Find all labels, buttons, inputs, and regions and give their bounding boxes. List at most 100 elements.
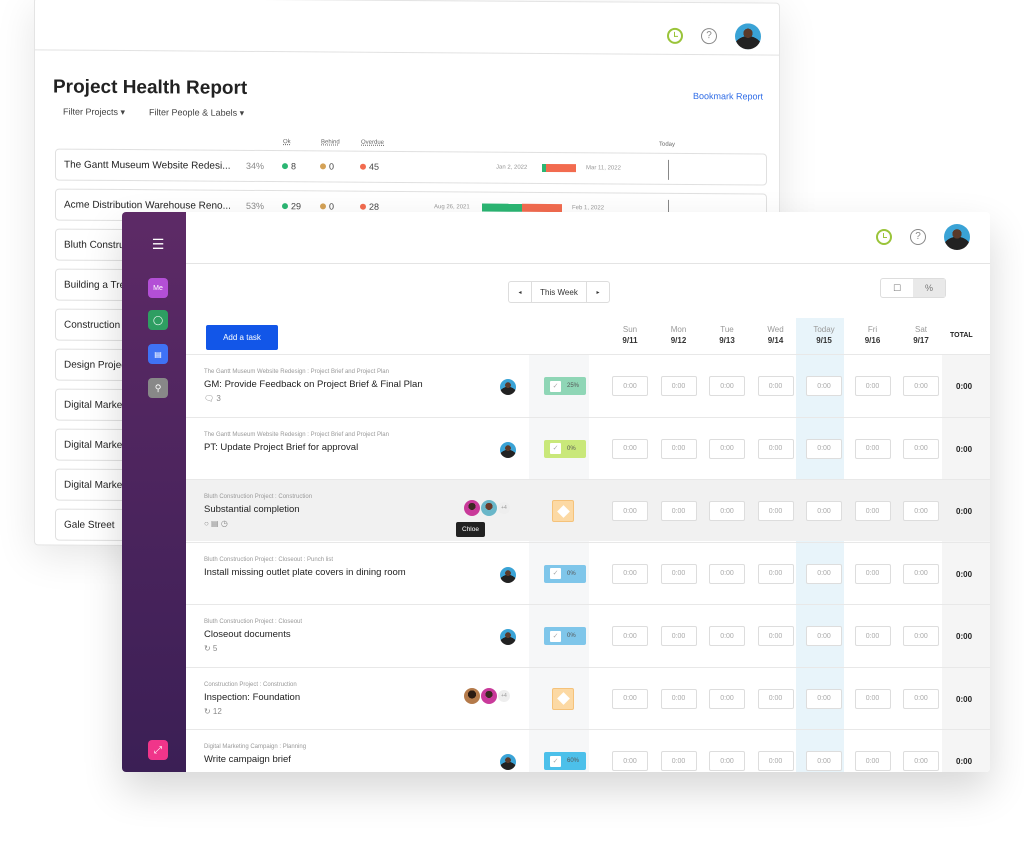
assignees[interactable]: +4 [464, 687, 510, 704]
task-breadcrumb[interactable]: The Gantt Museum Website Redesign : Proj… [204, 432, 389, 438]
time-entry-input[interactable]: 0:00 [709, 688, 745, 709]
milestone-icon[interactable] [552, 687, 574, 710]
time-entry-input[interactable]: 0:00 [903, 563, 939, 584]
time-entry-input[interactable]: 0:00 [757, 438, 794, 459]
task-name[interactable]: PT: Update Project Brief for approval [204, 442, 358, 453]
search-icon[interactable]: ⚲ [148, 378, 168, 398]
collapse-icon[interactable]: ⤢ [148, 740, 168, 760]
help-icon[interactable]: ? [910, 229, 926, 245]
assignee-avatar[interactable] [464, 500, 480, 516]
task-name[interactable]: GM: Provide Feedback on Project Brief & … [204, 379, 423, 390]
progress-pill[interactable]: ✓ 25% [544, 377, 586, 395]
time-entry-input[interactable]: 0:00 [903, 688, 939, 709]
assignee-avatar[interactable] [500, 441, 516, 458]
col-overdue[interactable]: Overdue [361, 140, 384, 146]
task-row[interactable]: Bluth Construction Project : Constructio… [186, 479, 990, 541]
time-entry-input[interactable]: 0:00 [757, 501, 794, 521]
time-entry-input[interactable]: 0:00 [757, 688, 794, 709]
time-entry-input[interactable]: 0:00 [903, 376, 939, 396]
progress-pill[interactable]: ✓ 60% [544, 752, 586, 770]
time-entry-input[interactable]: 0:00 [854, 751, 891, 771]
time-entry-input[interactable]: 0:00 [757, 563, 794, 584]
time-entry-input[interactable]: 0:00 [660, 563, 697, 584]
time-entry-input[interactable]: 0:00 [757, 626, 794, 646]
filter-projects-dropdown[interactable]: Filter Projects [63, 107, 125, 118]
task-row[interactable]: The Gantt Museum Website Redesign : Proj… [186, 416, 990, 479]
assignee-avatar[interactable] [500, 566, 516, 583]
time-entry-input[interactable]: 0:00 [660, 438, 697, 459]
time-entry-input[interactable]: 0:00 [903, 438, 939, 459]
task-breadcrumb[interactable]: Construction Project : Construction [204, 682, 297, 688]
check-icon[interactable]: ✓ [550, 380, 561, 392]
progress-pill[interactable]: ✓ 0% [544, 439, 586, 458]
time-entry-input[interactable]: 0:00 [612, 751, 648, 771]
time-entry-input[interactable]: 0:00 [806, 751, 842, 771]
time-entry-input[interactable]: 0:00 [612, 501, 648, 521]
next-week-button[interactable]: ▸ [587, 282, 609, 302]
time-entry-input[interactable]: 0:00 [854, 563, 891, 584]
task-row[interactable]: Bluth Construction Project : Closeout : … [186, 541, 990, 604]
time-entry-input[interactable]: 0:00 [854, 626, 891, 646]
col-ok[interactable]: Ok [283, 139, 291, 145]
time-entry-input[interactable]: 0:00 [757, 376, 794, 396]
time-entry-input[interactable]: 0:00 [660, 626, 697, 646]
time-entry-input[interactable]: 0:00 [854, 688, 891, 709]
checkbox-view-button[interactable]: ☐ [881, 279, 913, 297]
time-entry-input[interactable]: 0:00 [806, 438, 842, 459]
time-entry-input[interactable]: 0:00 [903, 501, 939, 521]
assignee-avatar[interactable] [500, 629, 516, 645]
time-entry-input[interactable]: 0:00 [660, 376, 697, 396]
assignee-avatar[interactable] [464, 687, 480, 704]
clock-icon[interactable] [876, 229, 892, 245]
assignee-avatar[interactable] [500, 754, 516, 770]
percent-view-button[interactable]: % [913, 279, 945, 297]
time-entry-input[interactable]: 0:00 [806, 376, 842, 396]
time-entry-input[interactable]: 0:00 [709, 501, 745, 521]
time-entry-input[interactable]: 0:00 [806, 501, 842, 521]
time-entry-input[interactable]: 0:00 [612, 438, 648, 459]
time-entry-input[interactable]: 0:00 [660, 688, 697, 709]
chat-icon[interactable]: ◯ [148, 310, 168, 330]
col-behind[interactable]: Behind [321, 139, 340, 145]
time-entry-input[interactable]: 0:00 [854, 376, 891, 396]
assignee-avatar[interactable] [481, 687, 497, 704]
filter-people-labels-dropdown[interactable]: Filter People & Labels [149, 107, 244, 119]
time-entry-input[interactable]: 0:00 [660, 501, 697, 521]
time-entry-input[interactable]: 0:00 [612, 626, 648, 646]
more-assignees-badge[interactable]: +4 [498, 502, 510, 514]
assignee-avatar[interactable] [481, 500, 497, 516]
milestone-icon[interactable] [552, 500, 574, 522]
task-breadcrumb[interactable]: Bluth Construction Project : Closeout : … [204, 557, 333, 563]
time-entry-input[interactable]: 0:00 [757, 751, 794, 771]
check-icon[interactable]: ✓ [550, 568, 561, 579]
menu-icon[interactable]: ☰ [148, 234, 168, 254]
user-avatar[interactable] [735, 23, 761, 50]
time-entry-input[interactable]: 0:00 [806, 626, 842, 646]
task-name[interactable]: Inspection: Foundation [204, 692, 300, 703]
project-row[interactable]: The Gantt Museum Website Redesi... 34% 8 … [55, 148, 767, 186]
time-entry-input[interactable]: 0:00 [709, 376, 745, 396]
more-assignees-badge[interactable]: +4 [498, 689, 510, 702]
task-row[interactable]: Construction Project : Construction Insp… [186, 666, 990, 729]
task-breadcrumb[interactable]: Digital Marketing Campaign : Planning [204, 744, 306, 750]
time-entry-input[interactable]: 0:00 [612, 688, 648, 709]
me-icon[interactable]: Me [148, 278, 168, 298]
time-entry-input[interactable]: 0:00 [854, 501, 891, 521]
task-name[interactable]: Closeout documents [204, 629, 291, 640]
progress-pill[interactable]: ✓ 0% [544, 627, 586, 645]
time-entry-input[interactable]: 0:00 [806, 688, 842, 709]
task-row[interactable]: Bluth Construction Project : Closeout Cl… [186, 604, 990, 666]
bookmark-report-link[interactable]: Bookmark Report [693, 91, 763, 101]
prev-week-button[interactable]: ◂ [509, 282, 531, 302]
progress-pill[interactable]: ✓ 0% [544, 564, 586, 583]
time-entry-input[interactable]: 0:00 [660, 751, 697, 771]
help-icon[interactable]: ? [701, 28, 717, 45]
gantt-bar[interactable] [542, 163, 576, 173]
check-icon[interactable]: ✓ [550, 755, 561, 767]
chart-icon[interactable]: ▤ [148, 344, 168, 364]
time-entry-input[interactable]: 0:00 [854, 438, 891, 459]
clock-icon[interactable] [667, 27, 683, 44]
time-entry-input[interactable]: 0:00 [709, 626, 745, 646]
task-name[interactable]: Write campaign brief [204, 754, 291, 765]
task-breadcrumb[interactable]: Bluth Construction Project : Closeout [204, 619, 302, 625]
